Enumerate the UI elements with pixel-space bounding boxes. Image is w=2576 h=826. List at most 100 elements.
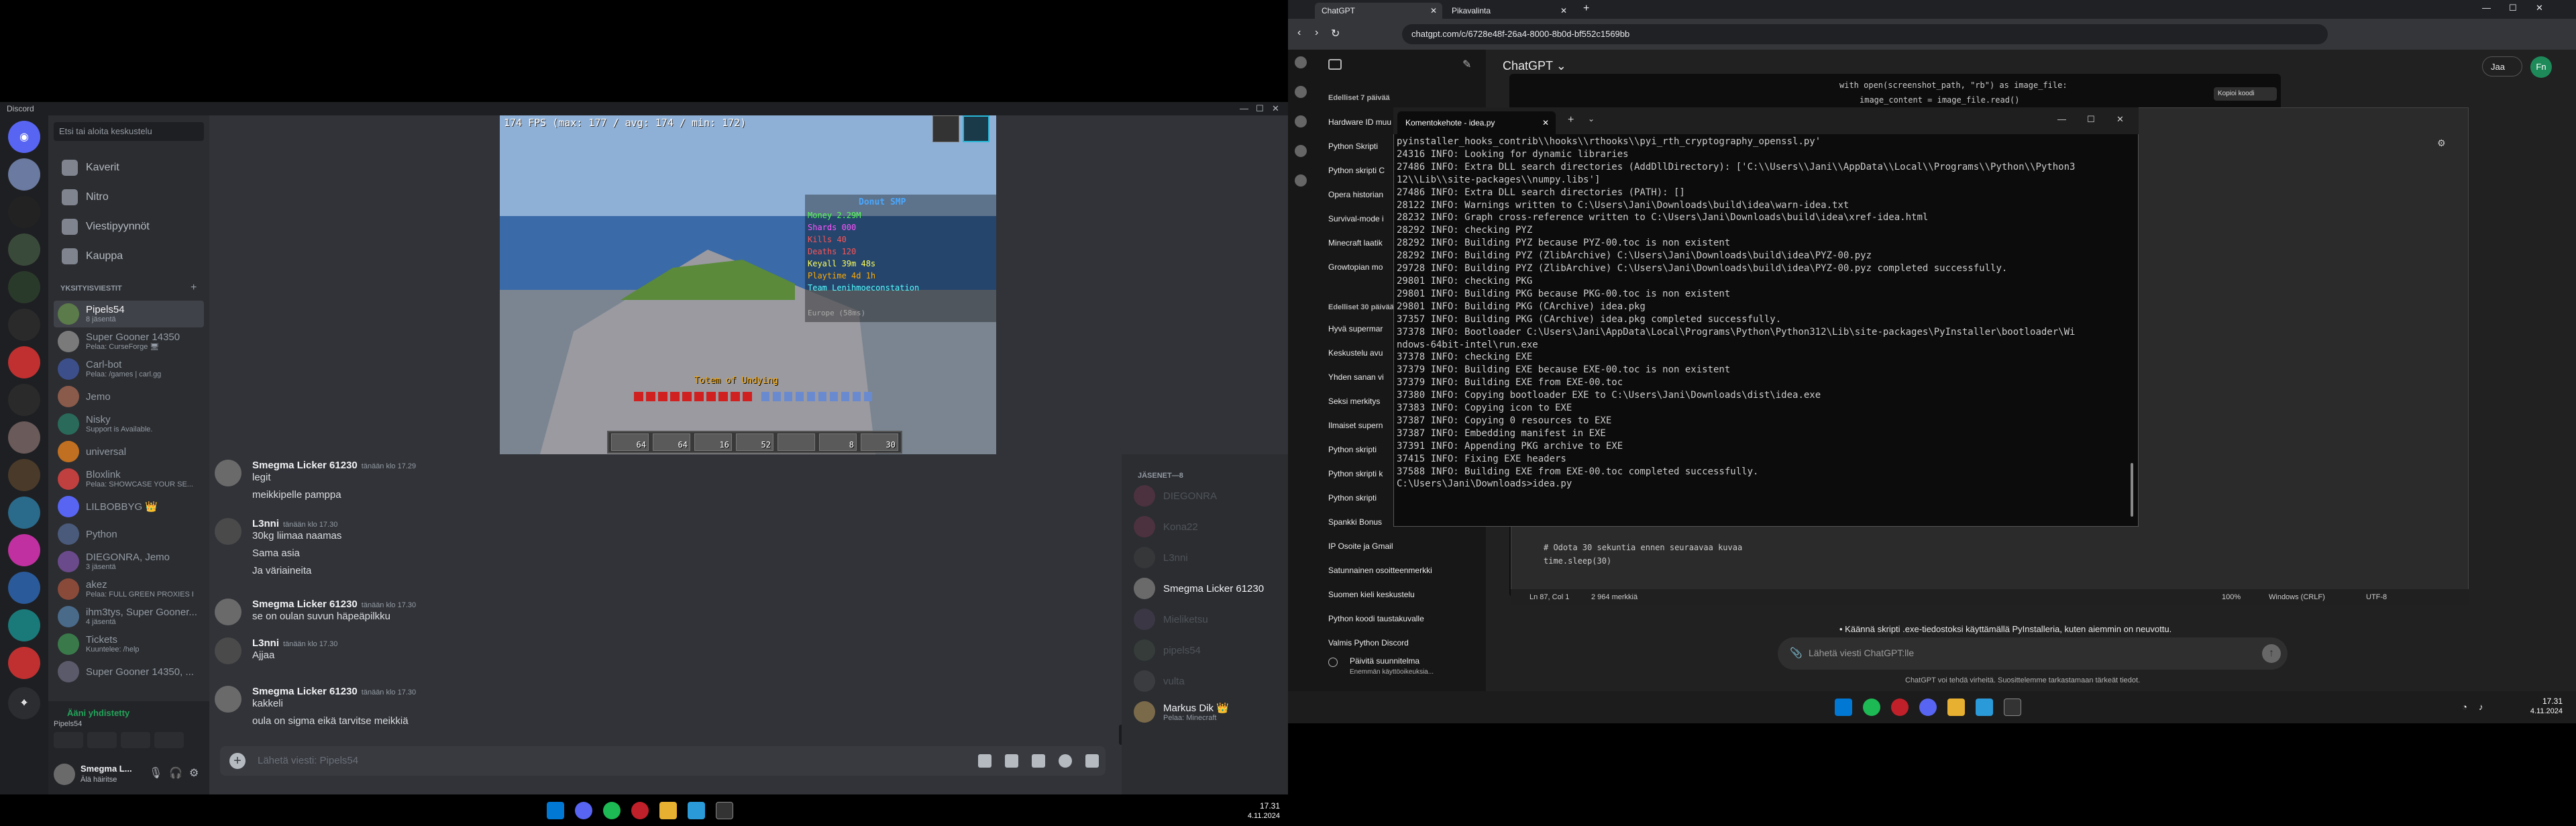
terminal-taskbar-icon[interactable] [2004, 699, 2021, 716]
dm-item[interactable]: Carl-bot Pelaa: /games | carl.gg [54, 356, 204, 382]
dm-item[interactable]: DIEGONRA, Jemo 3 jäsentä [54, 548, 204, 575]
server-icon[interactable] [8, 497, 40, 529]
volume-icon[interactable]: ♪ [2479, 702, 2483, 712]
sidebar-icon[interactable] [1295, 86, 1307, 98]
dm-item[interactable]: ihm3tys, Super Gooner... 4 jäsentä [54, 603, 204, 630]
gear-icon[interactable]: ⚙ [2437, 138, 2446, 149]
chevron-down-icon[interactable]: ⌄ [1588, 114, 1595, 123]
avatar[interactable] [215, 637, 241, 664]
member-item[interactable]: Kona22 [1134, 513, 1198, 541]
stream-control[interactable] [963, 115, 989, 142]
send-icon[interactable]: ↑ [2262, 644, 2281, 663]
discover-icon[interactable]: ⌖ [8, 687, 40, 719]
server-icon[interactable] [8, 196, 40, 228]
close-tab-icon[interactable]: ✕ [1560, 6, 1567, 15]
add-attachment-icon[interactable]: + [229, 753, 246, 769]
minimize-icon[interactable]: — [1240, 103, 1248, 113]
close-icon[interactable]: ✕ [2536, 3, 2543, 13]
history-item[interactable]: Growtopian mo [1328, 262, 1383, 272]
dm-item[interactable]: Bloxlink Pelaa: SHOWCASE YOUR SE... [54, 466, 204, 493]
search-input[interactable]: Etsi tai aloita keskustelu [54, 122, 204, 141]
dm-item[interactable]: Super Gooner 14350 Pelaa: CurseForge 🖥 [54, 328, 204, 355]
new-tab-icon[interactable]: + [1568, 114, 1574, 126]
dm-item[interactable]: Jemo [54, 383, 204, 410]
nav-friends[interactable]: Kaverit [56, 156, 204, 180]
member-item[interactable]: DIEGONRA [1134, 482, 1217, 510]
server-icon[interactable] [8, 647, 40, 679]
history-item[interactable]: Spankki Bonus [1328, 517, 1382, 527]
member-item[interactable]: Smegma Licker 61230 [1134, 574, 1264, 603]
message-input[interactable]: + Lähetä viesti: Pipels54 [220, 746, 1106, 776]
close-icon[interactable]: ✕ [1272, 103, 1279, 114]
member-item[interactable]: L3nni [1134, 544, 1188, 572]
stream-control[interactable] [932, 115, 959, 142]
message-author[interactable]: Smegma Licker 61230 tänään klo 17.30 [252, 686, 416, 697]
history-item[interactable]: Python skripti k [1328, 469, 1383, 478]
dm-item[interactable]: universal [54, 438, 204, 465]
upgrade-title[interactable]: Päivitä suunnitelma [1350, 656, 1419, 666]
terminal-taskbar-icon[interactable] [716, 802, 733, 819]
apps-icon[interactable] [1085, 754, 1099, 768]
message-author[interactable]: Smegma Licker 61230 tänään klo 17.30 [252, 599, 416, 610]
sidebar-icon[interactable] [1295, 56, 1307, 68]
sidebar-icon[interactable] [1295, 145, 1307, 157]
close-icon[interactable]: ✕ [2116, 114, 2124, 125]
avatar[interactable] [54, 764, 75, 785]
attach-icon[interactable]: 📎 [1790, 647, 1803, 659]
mic-icon[interactable]: 🎙 [149, 766, 162, 780]
minimize-icon[interactable]: — [2482, 3, 2491, 13]
message-author[interactable]: Smegma Licker 61230 tänään klo 17.29 [252, 460, 416, 471]
history-item[interactable]: Python skripti [1328, 445, 1377, 454]
headphones-icon[interactable]: 🎧 [169, 766, 182, 780]
scrollbar[interactable] [2131, 463, 2133, 517]
dm-item[interactable]: Super Gooner 14350, ... [54, 658, 204, 685]
history-item[interactable]: Yhden sanan vi [1328, 372, 1384, 382]
history-item[interactable]: Seksi merkitys [1328, 397, 1380, 406]
sidebar-icon[interactable] [1295, 174, 1307, 187]
member-item[interactable]: Mieliketsu [1134, 605, 1208, 633]
new-chat-icon[interactable]: ✎ [1462, 58, 1471, 71]
camera-button[interactable] [54, 732, 83, 748]
server-icon[interactable] [8, 234, 40, 266]
avatar[interactable]: Fn [2530, 56, 2552, 78]
new-tab-icon[interactable]: + [1583, 3, 1589, 15]
emoji-icon[interactable] [1059, 754, 1072, 768]
chat-input[interactable]: 📎 Lähetä viesti ChatGPT:lle ↑ [1778, 637, 2288, 670]
gift-icon[interactable] [978, 754, 991, 768]
history-item[interactable]: Satunnainen osoitteenmerkki [1328, 566, 1432, 575]
spotify-icon[interactable] [1863, 699, 1880, 716]
back-icon[interactable]: ‹ [1297, 27, 1301, 39]
dm-item[interactable]: Pipels54 8 jäsentä [54, 301, 204, 327]
member-item[interactable]: Markus Dik 👑 Pelaa: Minecraft [1134, 698, 1229, 726]
history-item[interactable]: Suomen kieli keskustelu [1328, 590, 1415, 599]
server-icon[interactable] [8, 271, 40, 303]
reload-icon[interactable]: ↻ [1331, 27, 1340, 40]
opera-icon[interactable] [1891, 699, 1909, 716]
server-icon[interactable] [8, 534, 40, 566]
discord-home-icon[interactable]: ◉ [8, 121, 40, 153]
history-item[interactable]: Hyvä supermar [1328, 324, 1383, 333]
terminal-tab[interactable]: Komentokehote - idea.py ✕ [1397, 111, 1556, 134]
tab-chatgpt[interactable]: ChatGPT ✕ [1315, 3, 1442, 19]
server-icon[interactable] [8, 421, 40, 454]
app-icon[interactable] [1976, 699, 1993, 716]
server-icon[interactable] [8, 459, 40, 491]
history-item[interactable]: Valmis Python Discord [1328, 638, 1409, 648]
wifi-icon[interactable]: ◔ [2462, 702, 2467, 712]
nav-nitro[interactable]: Nitro [56, 185, 204, 209]
discord-taskbar-icon[interactable] [1919, 699, 1937, 716]
discord-taskbar-icon[interactable] [575, 802, 592, 819]
gear-icon[interactable]: ⚙ [189, 766, 199, 780]
dm-item[interactable]: LILBOBBYG 👑 [54, 493, 204, 520]
maximize-icon[interactable]: ☐ [1256, 103, 1264, 114]
server-icon[interactable] [8, 384, 40, 416]
start-icon[interactable] [1835, 699, 1852, 716]
history-item[interactable]: IP Osoite ja Gmail [1328, 541, 1393, 551]
sticker-icon[interactable] [1032, 754, 1045, 768]
member-item[interactable]: vulta [1134, 667, 1185, 695]
share-button[interactable]: Jaa [2482, 56, 2522, 76]
close-tab-icon[interactable]: ✕ [1542, 118, 1549, 127]
dm-item[interactable]: Nisky Support is Available. [54, 411, 204, 437]
history-item[interactable]: Python skripti C [1328, 166, 1385, 175]
nav-message-requests[interactable]: Viestipyynnöt [56, 215, 204, 239]
